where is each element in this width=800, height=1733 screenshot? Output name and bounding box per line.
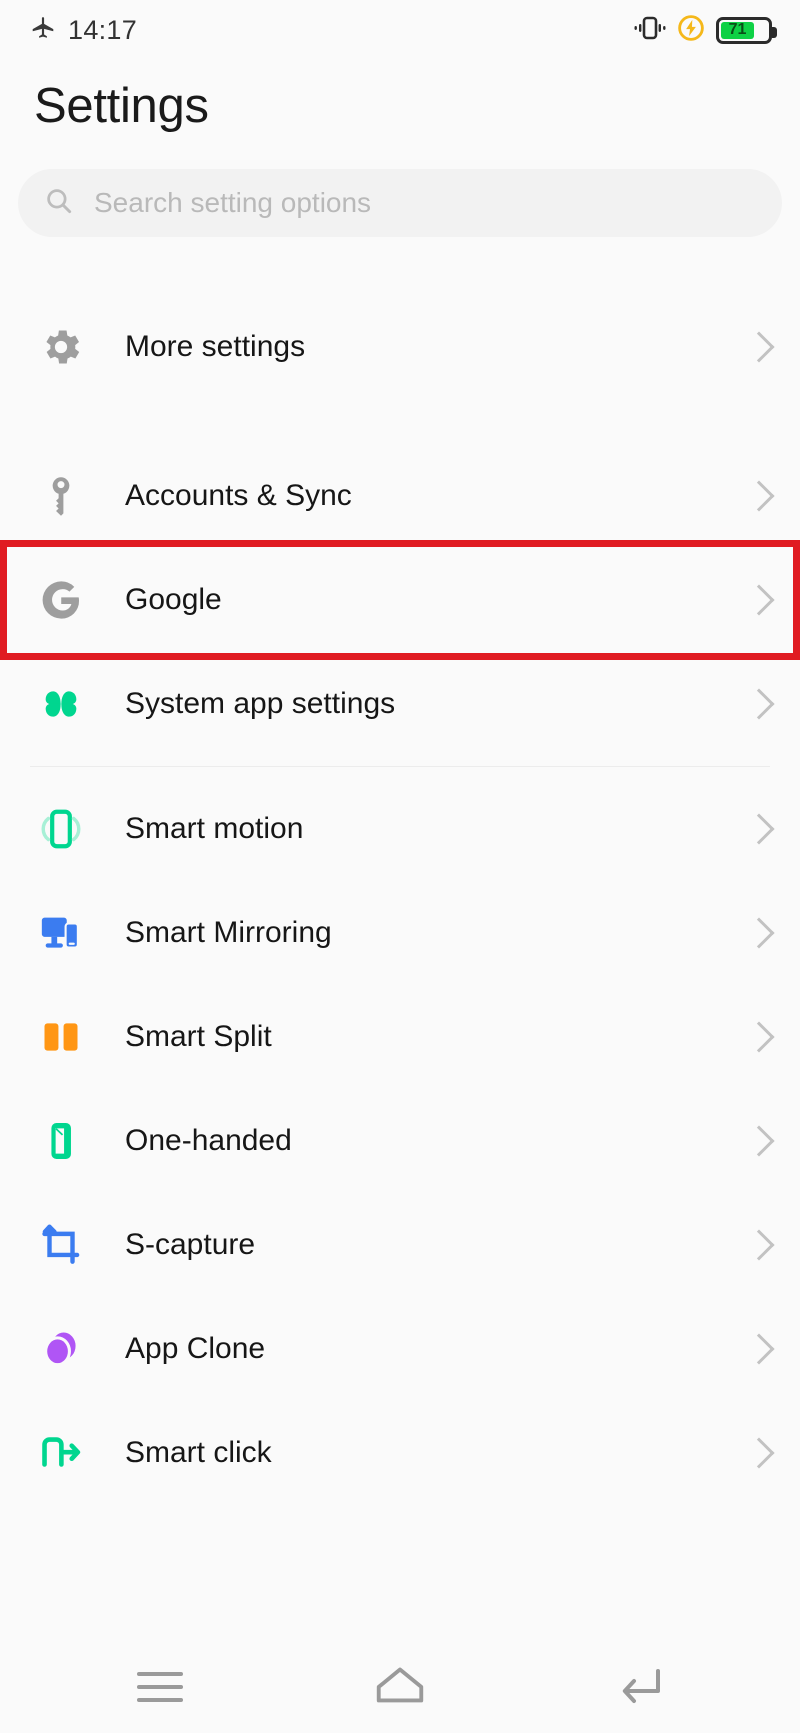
chevron-right-icon [743, 1125, 775, 1157]
chevron-right-icon [743, 917, 775, 949]
gear-icon [30, 324, 92, 370]
row-more-settings[interactable]: More settings [0, 271, 800, 423]
charging-bolt-icon [678, 14, 704, 46]
row-label: App Clone [125, 1332, 266, 1365]
row-smart-motion[interactable]: Smart motion [0, 777, 800, 881]
row-label: System app settings [125, 687, 396, 720]
clover-icon [30, 681, 92, 727]
battery-icon: 71 [716, 16, 777, 44]
chevron-right-icon [743, 1229, 775, 1261]
back-icon [614, 1661, 666, 1714]
vibrate-icon [634, 15, 666, 46]
chevron-right-icon [743, 1021, 775, 1053]
row-s-capture[interactable]: S-capture [0, 1193, 800, 1297]
row-system-app-settings[interactable]: System app settings [0, 652, 800, 756]
row-label: One-handed [125, 1124, 292, 1157]
screen-capture-icon [30, 1222, 92, 1268]
chevron-right-icon [743, 331, 775, 363]
battery-percent-label: 71 [728, 21, 747, 38]
row-app-clone[interactable]: App Clone [0, 1297, 800, 1401]
phone-motion-icon [30, 806, 92, 852]
status-bar-clock: 14:17 [68, 14, 138, 45]
row-one-handed[interactable]: One-handed [0, 1089, 800, 1193]
status-bar-left: 14:17 [30, 15, 137, 46]
row-label: Smart Mirroring [125, 916, 332, 949]
row-label: Smart click [125, 1436, 272, 1469]
settings-group-accounts: Accounts & Sync Google System app settin… [0, 444, 800, 756]
home-button[interactable] [345, 1655, 455, 1719]
row-google[interactable]: Google [0, 548, 800, 652]
google-g-icon [30, 577, 92, 623]
chevron-right-icon [743, 1437, 775, 1469]
smart-click-icon [30, 1430, 92, 1476]
chevron-right-icon [743, 480, 775, 512]
row-smart-split[interactable]: Smart Split [0, 985, 800, 1089]
home-icon [371, 1661, 429, 1714]
search-placeholder: Search setting options [94, 187, 372, 218]
status-bar: 14:17 71 [0, 0, 800, 60]
airplane-mode-icon [30, 15, 56, 46]
settings-list[interactable]: More settings Accounts & Sync Google Sys… [0, 237, 800, 1641]
settings-group-features: Smart motion Smart Mirroring Smart Split… [0, 777, 800, 1505]
recents-button[interactable] [105, 1655, 215, 1719]
chevron-right-icon [743, 584, 775, 616]
search-icon [44, 186, 74, 221]
row-smart-mirroring[interactable]: Smart Mirroring [0, 881, 800, 985]
chevron-right-icon [743, 1333, 775, 1365]
chevron-right-icon [743, 813, 775, 845]
row-accounts-sync[interactable]: Accounts & Sync [0, 444, 800, 548]
row-smart-click[interactable]: Smart click [0, 1401, 800, 1505]
row-label: Accounts & Sync [125, 479, 352, 512]
settings-group-general: More settings [0, 271, 800, 423]
group-divider-2 [30, 766, 770, 767]
settings-screen: 14:17 71 Settings Search setting options… [0, 0, 800, 1733]
split-screen-icon [30, 1015, 92, 1059]
row-label: S-capture [125, 1228, 256, 1261]
screen-mirroring-icon [30, 910, 92, 956]
row-label: More settings [125, 330, 306, 363]
back-button[interactable] [585, 1655, 695, 1719]
status-bar-right: 71 [634, 14, 777, 46]
app-clone-icon [30, 1326, 92, 1372]
row-label: Smart Split [125, 1020, 272, 1053]
chevron-right-icon [743, 688, 775, 720]
row-label: Google [125, 583, 222, 616]
search-area: Search setting options [0, 131, 800, 237]
search-input[interactable]: Search setting options [18, 169, 782, 237]
one-handed-icon [30, 1118, 92, 1164]
key-icon [30, 474, 92, 518]
system-navigation-bar [0, 1641, 800, 1733]
row-label: Smart motion [125, 812, 304, 845]
page-title: Settings [34, 79, 209, 133]
recents-icon [137, 1672, 183, 1702]
